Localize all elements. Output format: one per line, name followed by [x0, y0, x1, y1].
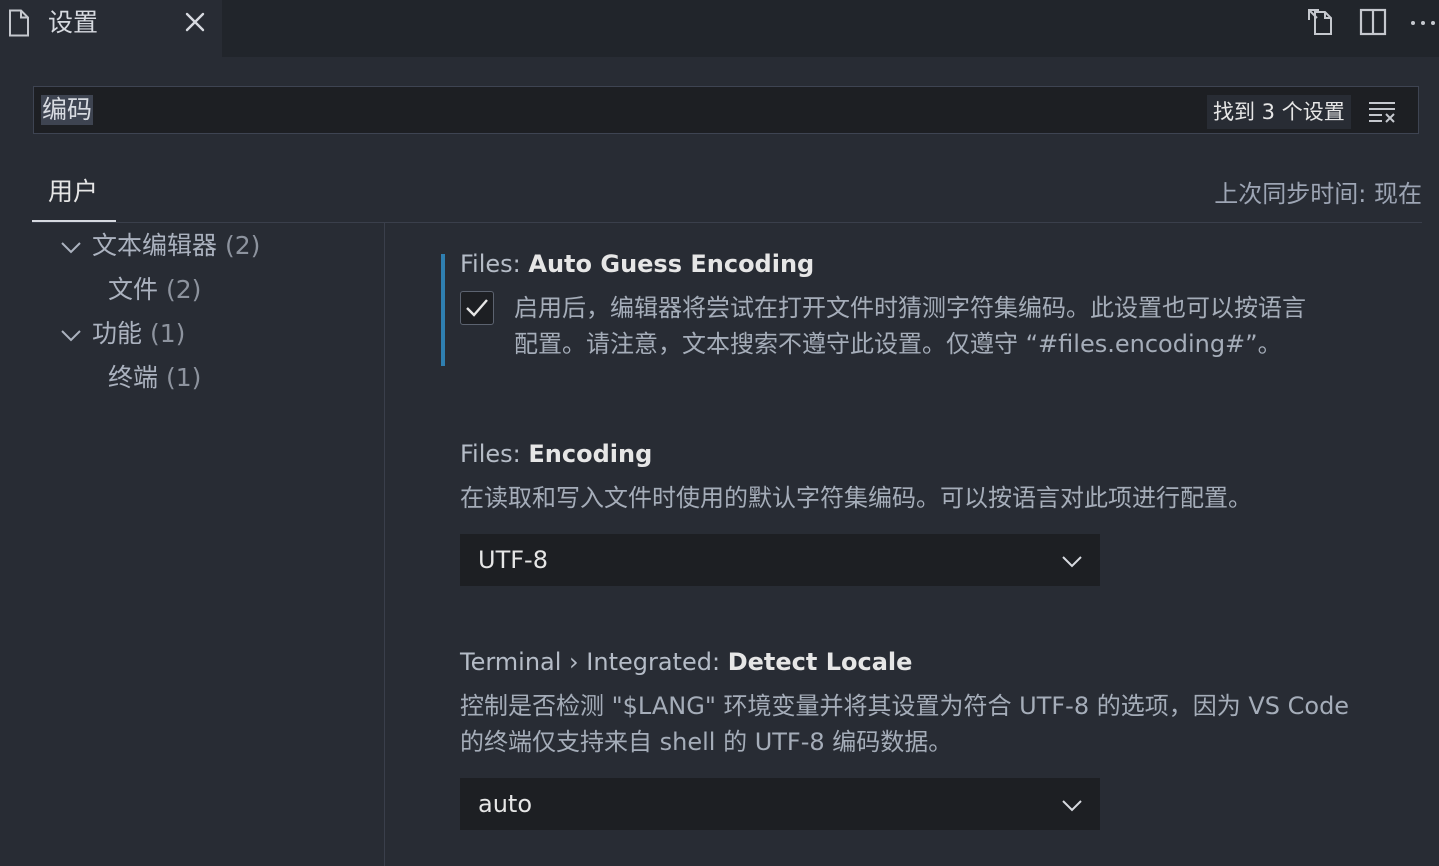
- detect-locale-select[interactable]: auto: [460, 778, 1100, 830]
- open-settings-json-icon[interactable]: [1305, 6, 1337, 38]
- setting-title-auto-guess-encoding: Files: Auto Guess Encoding: [460, 250, 814, 278]
- setting-key: Auto Guess Encoding: [528, 250, 815, 278]
- settings-scope-tabs: 用户 上次同步时间: 现在: [32, 165, 1422, 223]
- filter-clear-icon[interactable]: [1366, 97, 1398, 125]
- chevron-down-icon: [61, 330, 81, 342]
- settings-tab[interactable]: 设置: [0, 0, 222, 57]
- tab-title: 设置: [48, 8, 99, 37]
- editor-tab-bar: 设置: [0, 0, 1439, 57]
- chevron-down-icon: [61, 242, 81, 254]
- setting-category: Files:: [460, 440, 529, 468]
- close-icon[interactable]: [181, 8, 209, 36]
- encoding-select[interactable]: UTF-8: [460, 534, 1100, 586]
- settings-toc: 文本编辑器 (2) 文件 (2) 功能 (1) 终端 (1): [0, 222, 385, 866]
- encoding-select-value: UTF-8: [478, 546, 548, 574]
- toc-item-terminal[interactable]: 终端 (1): [108, 358, 201, 398]
- search-query[interactable]: 编码: [41, 95, 94, 125]
- toc-item-text-editor[interactable]: 文本编辑器 (2): [60, 226, 260, 266]
- tab-user-label: 用户: [48, 177, 99, 206]
- toc-item-features[interactable]: 功能 (1): [60, 314, 185, 354]
- setting-key: Detect Locale: [727, 648, 913, 676]
- toc-count: (1): [149, 319, 186, 348]
- setting-description-auto-guess-line1: 启用后，编辑器将尝试在打开文件时猜测字符集编码。此设置也可以按语言: [514, 294, 1306, 322]
- settings-search-input[interactable]: 编码 找到 3 个设置: [33, 86, 1419, 134]
- sync-status: 上次同步时间: 现在: [1214, 180, 1422, 208]
- check-icon: [466, 299, 488, 317]
- toc-count: (2): [165, 275, 202, 304]
- split-editor-icon[interactable]: [1357, 6, 1389, 38]
- toc-count: (2): [224, 231, 261, 260]
- toc-item-files[interactable]: 文件 (2): [108, 270, 201, 310]
- more-actions-icon[interactable]: [1407, 6, 1439, 38]
- detect-locale-select-value: auto: [478, 790, 533, 818]
- chevron-down-icon: [1062, 800, 1082, 812]
- toc-label: 终端: [108, 363, 159, 392]
- toc-label: 文件: [108, 275, 159, 304]
- setting-description-detect-locale-line2: 的终端仅支持来自 shell 的 UTF-8 编码数据。: [460, 728, 953, 756]
- setting-category: Terminal › Integrated:: [460, 648, 728, 676]
- setting-description-detect-locale-line1: 控制是否检测 "$LANG" 环境变量并将其设置为符合 UTF-8 的选项，因为…: [460, 692, 1350, 720]
- setting-title-encoding: Files: Encoding: [460, 440, 652, 468]
- search-result-count: 找到 3 个设置: [1207, 95, 1351, 129]
- focused-setting-indicator: [441, 254, 445, 366]
- setting-title-detect-locale: Terminal › Integrated: Detect Locale: [460, 648, 912, 676]
- tab-user[interactable]: 用户: [32, 165, 116, 222]
- setting-category: Files:: [460, 250, 529, 278]
- setting-description-auto-guess-line2: 配置。请注意，文本搜索不遵守此设置。仅遵守 “#files.encoding#”…: [514, 330, 1282, 358]
- toc-count: (1): [165, 363, 202, 392]
- chevron-down-icon: [1062, 556, 1082, 568]
- auto-guess-encoding-checkbox[interactable]: [460, 291, 494, 325]
- setting-description-encoding: 在读取和写入文件时使用的默认字符集编码。可以按语言对此项进行配置。: [460, 484, 1252, 512]
- file-icon: [9, 9, 29, 37]
- setting-key: Encoding: [528, 440, 653, 468]
- toc-label: 文本编辑器: [92, 231, 218, 260]
- toc-label: 功能: [92, 319, 143, 348]
